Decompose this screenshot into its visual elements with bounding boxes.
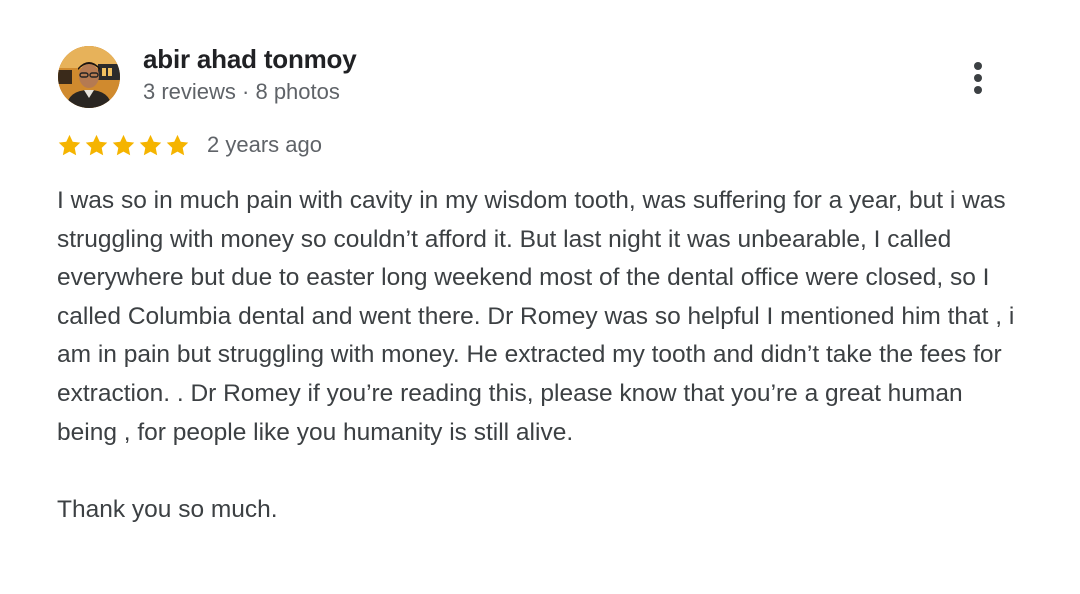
star-icon [166, 134, 189, 155]
reviewer-meta: 3 reviews · 8 photos [143, 79, 340, 104]
review-date: 2 years ago [207, 132, 322, 157]
star-icon [58, 134, 81, 155]
more-vert-icon [974, 62, 982, 70]
star-rating [57, 133, 190, 158]
star-icon [85, 134, 108, 155]
review-closing-paragraph: Thank you so much. [57, 495, 278, 523]
star-icon [112, 134, 135, 155]
profile-photo-icon [58, 46, 120, 108]
review-text: I was so in much pain with cavity in my … [57, 182, 1017, 529]
rating-row: 2 years ago [57, 130, 322, 160]
review-card: abir ahad tonmoy 3 reviews · 8 photos 2 … [0, 0, 1080, 594]
more-options-button[interactable] [958, 56, 998, 100]
reviewer-name[interactable]: abir ahad tonmoy [143, 44, 357, 75]
review-body-paragraph: I was so in much pain with cavity in my … [57, 187, 1015, 446]
reviewer-avatar[interactable] [58, 46, 120, 108]
star-icon [139, 134, 162, 155]
